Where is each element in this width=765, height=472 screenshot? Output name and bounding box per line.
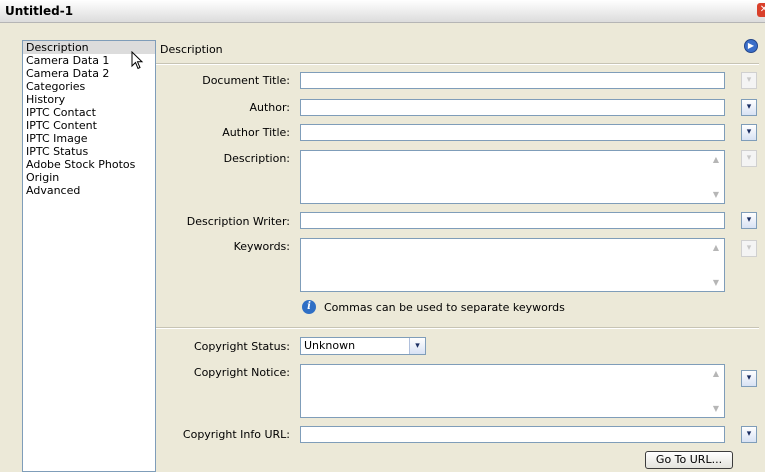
author-title-field[interactable]	[300, 124, 725, 141]
panel-title: Description	[160, 43, 223, 56]
copyright-info-url-field[interactable]	[300, 426, 725, 443]
description-panel: Description ▶ Document Title: ▾ Author: …	[150, 30, 765, 470]
author-label: Author:	[249, 101, 290, 114]
sidebar-item-history[interactable]: History	[23, 93, 155, 106]
close-icon[interactable]: ✕	[757, 3, 765, 17]
description-label: Description:	[223, 152, 290, 165]
copyright-status-label: Copyright Status:	[193, 340, 290, 353]
copyright-notice-textarea[interactable]: ▲ ▼	[300, 364, 725, 418]
scroll-up-icon[interactable]: ▲	[710, 154, 722, 166]
go-to-url-button[interactable]: Go To URL...	[645, 451, 733, 469]
author-title-label: Author Title:	[222, 126, 290, 139]
divider	[156, 327, 759, 329]
divider	[156, 63, 759, 65]
scroll-down-icon[interactable]: ▼	[710, 403, 722, 415]
sidebar-item-categories[interactable]: Categories	[23, 80, 155, 93]
chevron-down-icon[interactable]: ▾	[409, 338, 425, 354]
copyright-status-value: Unknown	[304, 339, 356, 352]
sidebar-item-iptc-contact[interactable]: IPTC Contact	[23, 106, 155, 119]
scroll-down-icon[interactable]: ▼	[710, 277, 722, 289]
sidebar-item-advanced[interactable]: Advanced	[23, 184, 155, 197]
document-title-label: Document Title:	[202, 74, 290, 87]
sidebar-item-iptc-image[interactable]: IPTC Image	[23, 132, 155, 145]
scroll-up-icon[interactable]: ▲	[710, 242, 722, 254]
description-writer-dropdown[interactable]: ▾	[741, 212, 757, 229]
category-list[interactable]: Description Camera Data 1 Camera Data 2 …	[22, 40, 156, 472]
copyright-notice-label: Copyright Notice:	[193, 366, 290, 379]
sidebar-item-iptc-status[interactable]: IPTC Status	[23, 145, 155, 158]
mouse-cursor-icon	[131, 51, 144, 70]
scroll-up-icon[interactable]: ▲	[710, 368, 722, 380]
copyright-info-url-label: Copyright Info URL:	[182, 428, 290, 441]
description-writer-label: Description Writer:	[186, 215, 290, 228]
scroll-down-icon[interactable]: ▼	[710, 189, 722, 201]
sidebar-item-origin[interactable]: Origin	[23, 171, 155, 184]
author-title-dropdown[interactable]: ▾	[741, 124, 757, 141]
document-title-dropdown: ▾	[741, 72, 757, 89]
description-writer-field[interactable]	[300, 212, 725, 229]
keywords-hint: Commas can be used to separate keywords	[324, 301, 565, 314]
keywords-textarea[interactable]: ▲ ▼	[300, 238, 725, 292]
info-icon: i	[302, 300, 316, 314]
window-title: Untitled-1	[5, 4, 74, 18]
panel-menu-icon[interactable]: ▶	[744, 39, 758, 53]
author-field[interactable]	[300, 99, 725, 116]
keywords-dropdown: ▾	[741, 240, 757, 257]
author-dropdown[interactable]: ▾	[741, 99, 757, 116]
description-dropdown: ▾	[741, 150, 757, 167]
description-textarea[interactable]: ▲ ▼	[300, 150, 725, 204]
document-title-field[interactable]	[300, 72, 725, 89]
keywords-label: Keywords:	[233, 240, 290, 253]
copyright-status-select[interactable]: Unknown ▾	[300, 337, 426, 355]
title-bar: Untitled-1 ✕	[0, 0, 765, 23]
sidebar-item-adobe-stock-photos[interactable]: Adobe Stock Photos	[23, 158, 155, 171]
copyright-notice-dropdown[interactable]: ▾	[741, 370, 757, 387]
copyright-info-url-dropdown[interactable]: ▾	[741, 426, 757, 443]
sidebar-item-iptc-content[interactable]: IPTC Content	[23, 119, 155, 132]
